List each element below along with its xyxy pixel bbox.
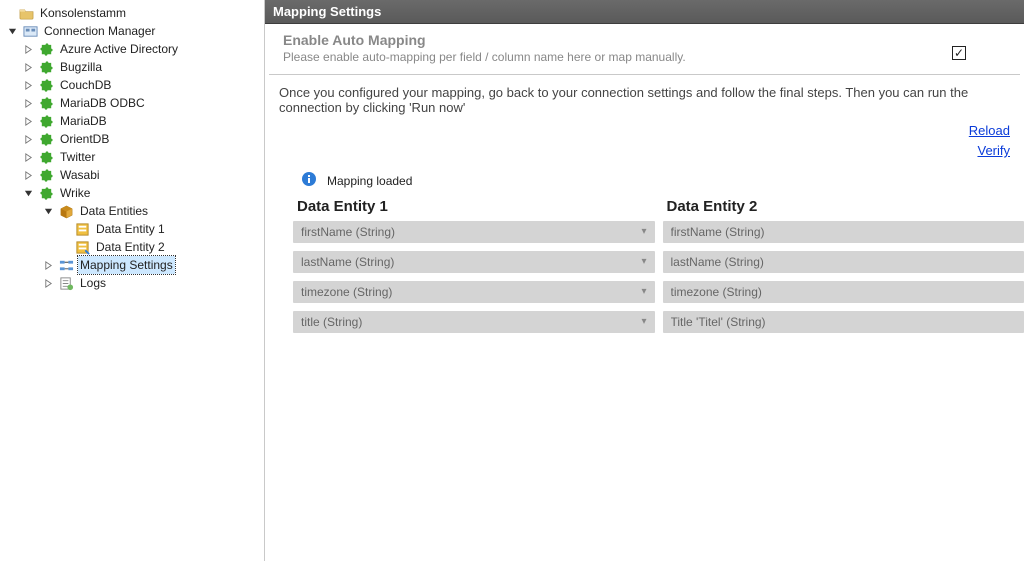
- puzzle-icon: [38, 95, 54, 111]
- puzzle-icon: [38, 167, 54, 183]
- field-label: lastName (String): [301, 251, 635, 273]
- mapping-field-dropdown[interactable]: firstName (String): [663, 221, 1024, 243]
- mapping-field-dropdown[interactable]: firstName (String)▾: [293, 221, 655, 243]
- expand-icon[interactable]: [22, 151, 34, 163]
- tree-connection[interactable]: Wasabi: [2, 166, 264, 184]
- chevron-down-icon: ▾: [635, 221, 646, 243]
- entity-icon: [74, 221, 90, 237]
- mapping-field-dropdown[interactable]: timezone (String): [663, 281, 1024, 303]
- navigation-tree: Konsolenstamm Connection Manager Azure A…: [0, 0, 265, 561]
- tree-data-entities-label: Data Entities: [78, 202, 150, 220]
- box-icon: [58, 203, 74, 219]
- auto-mapping-section: Enable Auto Mapping Please enable auto-m…: [269, 24, 1020, 75]
- expand-icon[interactable]: [22, 61, 34, 73]
- field-label: lastName (String): [671, 251, 1017, 273]
- field-label: title (String): [301, 311, 635, 333]
- expand-icon[interactable]: [22, 97, 34, 109]
- tree-data-entity-1-label: Data Entity 1: [94, 220, 167, 238]
- tree-connection-label: Wasabi: [58, 166, 102, 184]
- tree-data-entity-2[interactable]: Data Entity 2: [2, 238, 264, 256]
- expand-icon[interactable]: [42, 205, 54, 217]
- expand-icon[interactable]: [22, 133, 34, 145]
- tree-connection-label: MariaDB ODBC: [58, 94, 147, 112]
- tree-connection-label: Bugzilla: [58, 58, 104, 76]
- tree-root-label: Konsolenstamm: [38, 4, 128, 22]
- mapping-icon: [58, 257, 74, 273]
- expand-icon[interactable]: [22, 169, 34, 181]
- tree-mapping-settings[interactable]: Mapping Settings: [2, 256, 264, 274]
- auto-mapping-checkbox[interactable]: ✓: [952, 46, 966, 60]
- tree-connection-label: Azure Active Directory: [58, 40, 180, 58]
- field-label: firstName (String): [671, 221, 1017, 243]
- tree-connection-label: Twitter: [58, 148, 97, 166]
- tree-data-entity-1[interactable]: Data Entity 1: [2, 220, 264, 238]
- puzzle-icon: [38, 131, 54, 147]
- field-label: Title 'Titel' (String): [671, 311, 1017, 333]
- info-icon: [301, 171, 317, 190]
- mapping-field-dropdown[interactable]: Title 'Titel' (String): [663, 311, 1024, 333]
- tree-connection-manager[interactable]: Connection Manager: [2, 22, 264, 40]
- entity-icon: [74, 239, 90, 255]
- mapping-instructions: Once you configured your mapping, go bac…: [265, 75, 1024, 115]
- tree-connection-wrike-label: Wrike: [58, 184, 92, 202]
- tree-connection[interactable]: Azure Active Directory: [2, 40, 264, 58]
- chevron-down-icon: ▾: [635, 251, 646, 273]
- entity1-heading: Data Entity 1: [293, 196, 655, 221]
- tree-logs[interactable]: Logs: [2, 274, 264, 292]
- tree-data-entities[interactable]: Data Entities: [2, 202, 264, 220]
- expand-icon[interactable]: [6, 25, 18, 37]
- chevron-down-icon: ▾: [635, 311, 646, 333]
- field-label: timezone (String): [671, 281, 1017, 303]
- logs-icon: [58, 275, 74, 291]
- tree-connection[interactable]: CouchDB: [2, 76, 264, 94]
- tree-mapping-settings-label: Mapping Settings: [78, 256, 175, 274]
- field-label: firstName (String): [301, 221, 635, 243]
- tree-connection-label: MariaDB: [58, 112, 109, 130]
- tree-logs-label: Logs: [78, 274, 108, 292]
- panel-title: Mapping Settings: [265, 0, 1024, 24]
- reload-link[interactable]: Reload: [265, 121, 1010, 141]
- mapping-field-dropdown[interactable]: title (String)▾: [293, 311, 655, 333]
- tree-connection-manager-label: Connection Manager: [42, 22, 157, 40]
- tree-connection-wrike[interactable]: Wrike: [2, 184, 264, 202]
- mapping-field-dropdown[interactable]: lastName (String): [663, 251, 1024, 273]
- mapping-field-dropdown[interactable]: lastName (String)▾: [293, 251, 655, 273]
- tree-data-entity-2-label: Data Entity 2: [94, 238, 167, 256]
- puzzle-icon: [38, 59, 54, 75]
- tree-connection[interactable]: MariaDB ODBC: [2, 94, 264, 112]
- folder-icon: [18, 5, 34, 21]
- puzzle-icon: [38, 149, 54, 165]
- tree-root[interactable]: Konsolenstamm: [2, 4, 264, 22]
- tree-connection-label: CouchDB: [58, 76, 113, 94]
- tree-connection[interactable]: OrientDB: [2, 130, 264, 148]
- tree-connection[interactable]: Bugzilla: [2, 58, 264, 76]
- expand-icon[interactable]: [22, 187, 34, 199]
- manager-icon: [22, 23, 38, 39]
- tree-connection-label: OrientDB: [58, 130, 111, 148]
- chevron-down-icon: ▾: [635, 281, 646, 303]
- expand-icon[interactable]: [22, 115, 34, 127]
- puzzle-icon: [38, 41, 54, 57]
- auto-mapping-title: Enable Auto Mapping: [283, 32, 912, 48]
- tree-connection[interactable]: MariaDB: [2, 112, 264, 130]
- field-label: timezone (String): [301, 281, 635, 303]
- expand-icon[interactable]: [42, 277, 54, 289]
- expand-icon[interactable]: [22, 79, 34, 91]
- auto-mapping-description: Please enable auto-mapping per field / c…: [283, 50, 912, 64]
- puzzle-icon: [38, 77, 54, 93]
- entity2-heading: Data Entity 2: [663, 196, 1024, 221]
- verify-link[interactable]: Verify: [265, 141, 1010, 161]
- expand-icon[interactable]: [42, 259, 54, 271]
- puzzle-icon: [38, 185, 54, 201]
- puzzle-icon: [38, 113, 54, 129]
- mapping-field-dropdown[interactable]: timezone (String)▾: [293, 281, 655, 303]
- status-text: Mapping loaded: [327, 174, 412, 188]
- tree-connection[interactable]: Twitter: [2, 148, 264, 166]
- expand-icon[interactable]: [22, 43, 34, 55]
